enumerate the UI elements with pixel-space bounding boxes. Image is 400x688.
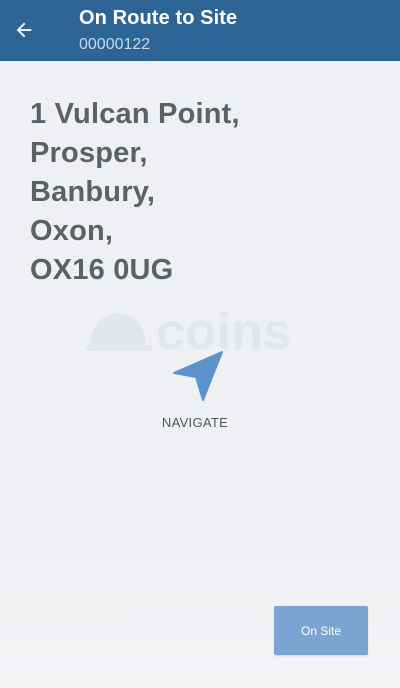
navigate-button[interactable]: NAVIGATE bbox=[140, 343, 250, 433]
job-number: 00000122 bbox=[79, 36, 151, 53]
address-line: Banbury, bbox=[30, 176, 156, 208]
address-line: 1 Vulcan Point, bbox=[30, 98, 240, 130]
address-line: Prosper, bbox=[30, 137, 148, 169]
on-site-button[interactable]: On Site bbox=[274, 606, 368, 655]
main-content: coins 1 Vulcan Point, Prosper, Banbury, … bbox=[0, 61, 400, 688]
address-line: OX16 0UG bbox=[30, 254, 174, 286]
arrow-left-icon bbox=[16, 22, 32, 38]
back-button[interactable] bbox=[6, 12, 42, 48]
navigate-label: NAVIGATE bbox=[161, 415, 229, 430]
navigation-arrow-icon bbox=[173, 351, 223, 401]
site-address: 1 Vulcan Point, Prosper, Banbury, Oxon, … bbox=[30, 95, 240, 290]
page-title: On Route to Site bbox=[79, 7, 238, 29]
app-bar: On Route to Site 00000122 bbox=[0, 0, 400, 61]
address-line: Oxon, bbox=[30, 215, 114, 247]
